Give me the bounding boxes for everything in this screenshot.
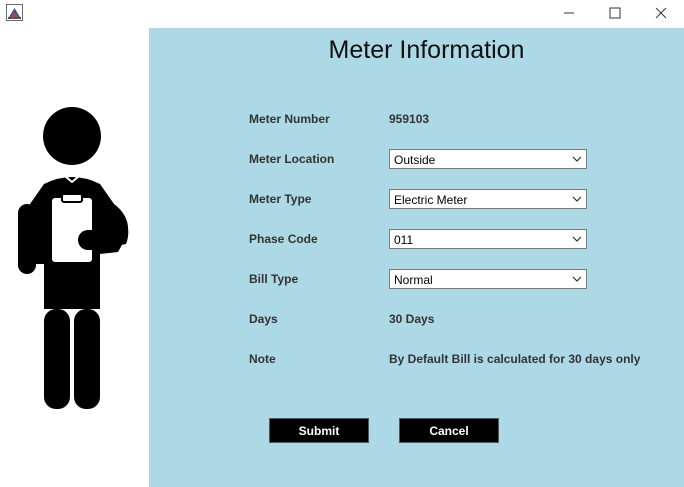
close-icon	[655, 7, 667, 19]
meter-info-panel: Meter Information Meter Number 959103 Me…	[149, 28, 684, 487]
chevron-down-icon	[572, 196, 582, 202]
title-bar	[0, 0, 684, 26]
minimize-button[interactable]	[546, 0, 592, 26]
close-button[interactable]	[638, 0, 684, 26]
days-label: Days	[249, 312, 278, 326]
meter-number-value: 959103	[389, 112, 430, 126]
submit-button[interactable]: Submit	[269, 418, 369, 443]
phase-code-selected: 011	[394, 233, 414, 247]
bill-type-selected: Normal	[394, 273, 433, 287]
meter-location-selected: Outside	[394, 153, 436, 167]
meter-type-selected: Electric Meter	[394, 193, 468, 207]
maximize-button[interactable]	[592, 0, 638, 26]
note-label: Note	[249, 352, 276, 366]
page-title: Meter Information	[328, 36, 525, 64]
java-app-icon	[6, 4, 23, 21]
minimize-icon	[564, 12, 574, 14]
meter-type-label: Meter Type	[249, 192, 312, 206]
bill-type-label: Bill Type	[249, 272, 299, 286]
maximize-icon	[609, 7, 621, 19]
meter-location-label: Meter Location	[249, 152, 335, 166]
note-value: By Default Bill is calculated for 30 day…	[389, 352, 641, 366]
phase-code-select[interactable]: 011	[389, 229, 587, 249]
chevron-down-icon	[572, 276, 582, 282]
meter-type-select[interactable]: Electric Meter	[389, 189, 587, 209]
meter-info-window: Meter Information Meter Number 959103 Me…	[0, 0, 684, 487]
cancel-button[interactable]: Cancel	[399, 418, 499, 443]
person-with-clipboard-icon	[18, 107, 129, 409]
meter-location-select[interactable]: Outside	[389, 149, 587, 169]
phase-code-label: Phase Code	[249, 232, 318, 246]
bill-type-select[interactable]: Normal	[389, 269, 587, 289]
days-value: 30 Days	[389, 312, 435, 326]
chevron-down-icon	[572, 236, 582, 242]
meter-number-label: Meter Number	[249, 112, 330, 126]
chevron-down-icon	[572, 156, 582, 162]
